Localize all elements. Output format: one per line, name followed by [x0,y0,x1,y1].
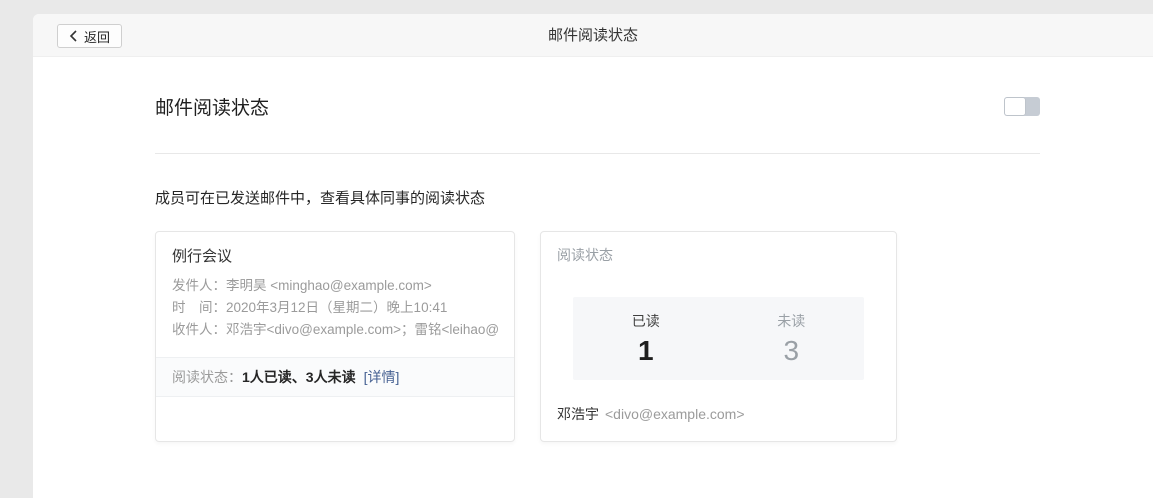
recipients-label: 收件人： [172,322,226,337]
stat-read-count: 1 [573,335,719,367]
main-panel: 返回 邮件阅读状态 邮件阅读状态 成员可在已发送邮件中，查看具体同事的阅读状态 … [33,14,1153,498]
read-card-title: 阅读状态 [557,245,880,265]
read-status-value: 1人已读、3人未读 [242,369,356,385]
stat-unread: 未读 3 [719,311,865,380]
read-status-toggle[interactable] [1004,97,1040,116]
toggle-knob [1005,98,1025,115]
time-value: 2020年3月12日（星期二）晚上10:41 [226,300,447,315]
settings-description: 成员可在已发送邮件中，查看具体同事的阅读状态 [155,187,1040,208]
mail-recipients-line: 收件人：邓浩宇<divo@example.com>；雷铭<leihao@e… [172,319,498,341]
stat-read: 已读 1 [573,311,719,380]
title-bar: 返回 邮件阅读状态 [33,14,1153,57]
reader-email: <divo@example.com> [605,406,745,422]
mail-time-line: 时 间：2020年3月12日（星期二）晚上10:41 [172,297,498,319]
cards-row: 例行会议 发件人：李明昊 <minghao@example.com> 时 间：2… [155,231,1040,442]
reader-name: 邓浩宇 [557,406,599,422]
section-divider [155,153,1040,154]
mail-preview-card: 例行会议 发件人：李明昊 <minghao@example.com> 时 间：2… [155,231,515,442]
mail-subject: 例行会议 [172,245,498,266]
reader-row: 邓浩宇 <divo@example.com> [557,404,880,424]
stats-panel: 已读 1 未读 3 [573,297,864,380]
stat-unread-count: 3 [719,335,865,367]
read-status-label: 阅读状态： [172,369,242,385]
read-status-card: 阅读状态 已读 1 未读 3 邓浩宇 <divo@example.com> [540,231,897,442]
sender-label: 发件人： [172,278,226,293]
detail-link[interactable]: [详情] [364,369,400,385]
sender-value: 李明昊 <minghao@example.com> [226,278,432,293]
mail-card-body: 例行会议 发件人：李明昊 <minghao@example.com> 时 间：2… [156,232,514,357]
stat-unread-label: 未读 [719,311,865,331]
mail-sender-line: 发件人：李明昊 <minghao@example.com> [172,275,498,297]
read-status-row: 阅读状态：1人已读、3人未读 [详情] [156,357,514,397]
stat-read-label: 已读 [573,311,719,331]
settings-heading: 邮件阅读状态 [155,93,269,120]
page-title: 邮件阅读状态 [33,14,1153,57]
recipients-value: 邓浩宇<divo@example.com>；雷铭<leihao@e… [226,322,498,337]
time-label: 时 间： [172,300,226,315]
settings-heading-row: 邮件阅读状态 [155,93,1040,120]
content-area: 邮件阅读状态 成员可在已发送邮件中，查看具体同事的阅读状态 例行会议 发件人：李… [33,93,1153,442]
